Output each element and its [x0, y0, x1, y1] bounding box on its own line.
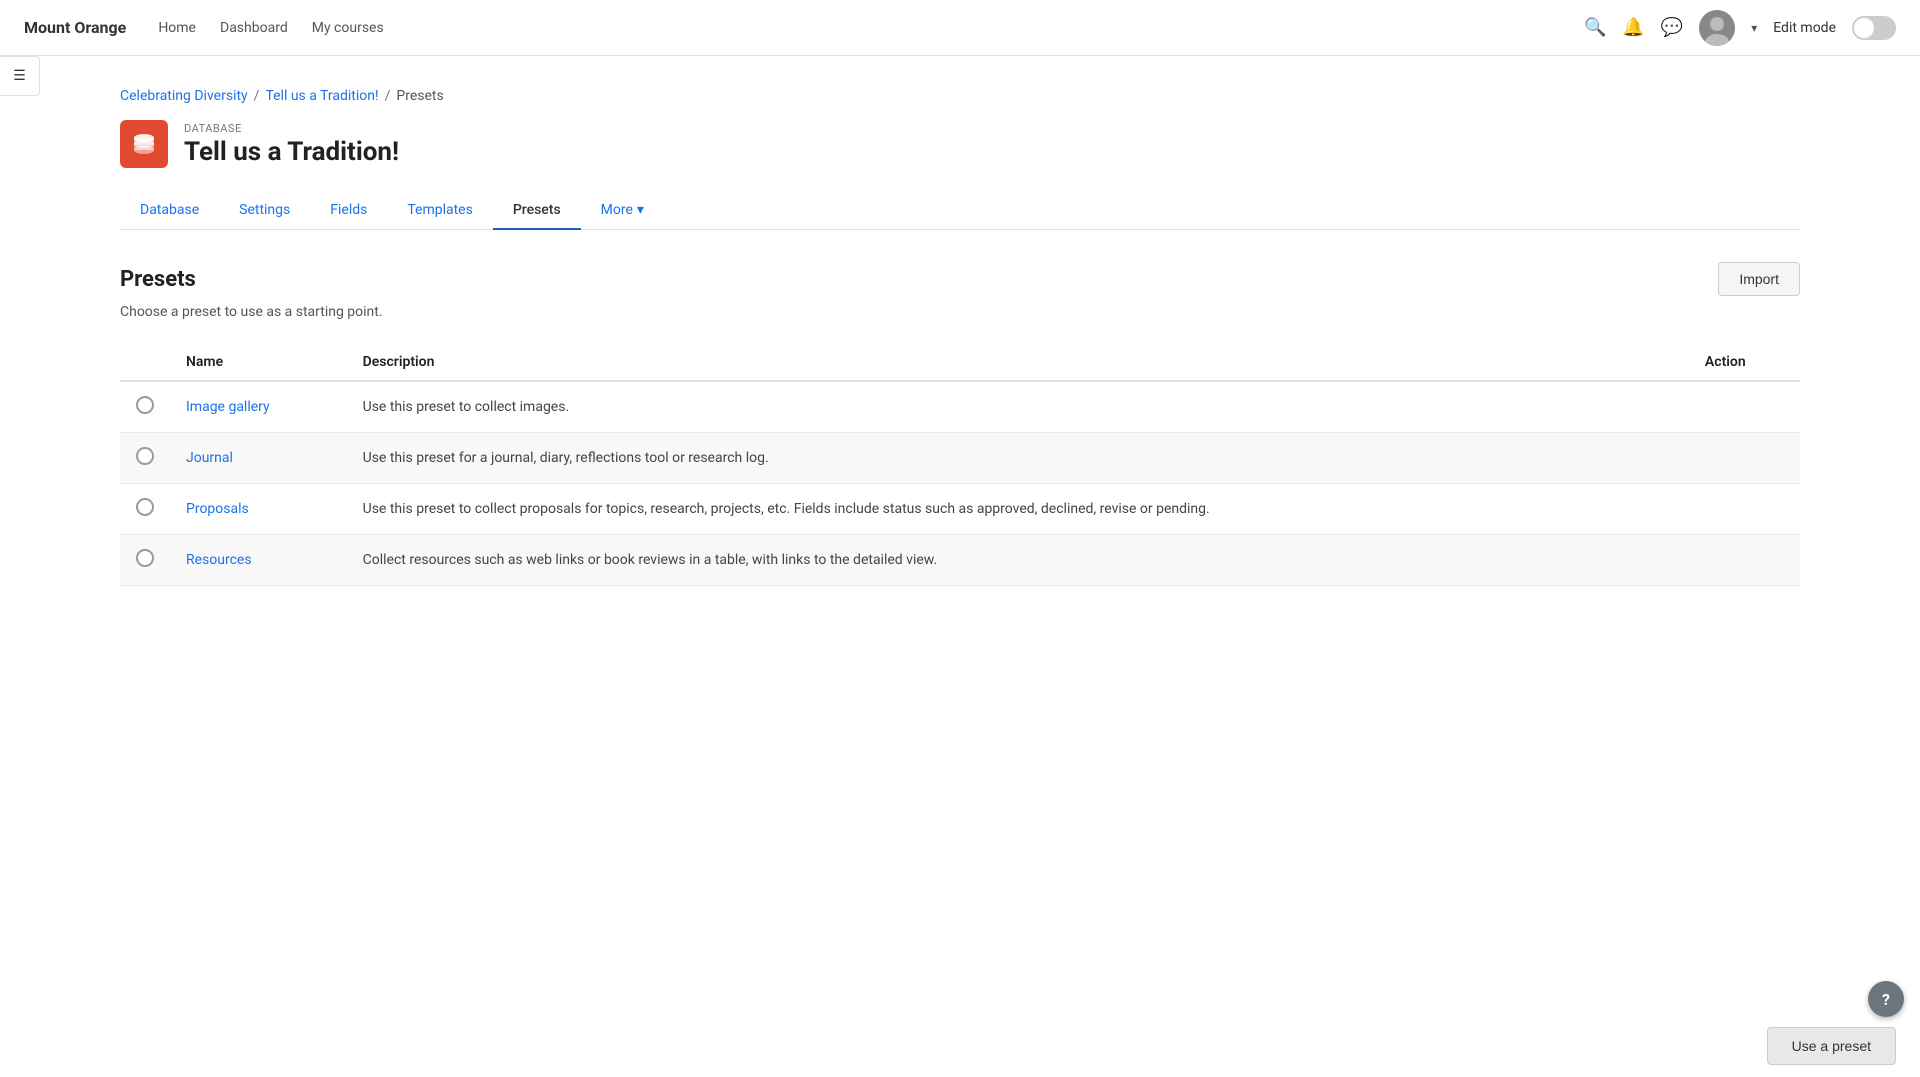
tab-presets[interactable]: Presets [493, 192, 581, 230]
radio-image-gallery[interactable] [136, 396, 154, 414]
preset-link-journal[interactable]: Journal [186, 450, 233, 466]
use-preset-button[interactable]: Use a preset [1767, 1027, 1896, 1065]
nav-right: 🔍 🔔 💬 ▾ Edit mode [1584, 10, 1896, 46]
sidebar-toggle[interactable]: ☰ [0, 56, 40, 96]
import-button[interactable]: Import [1718, 262, 1800, 296]
preset-desc-proposals: Use this preset to collect proposals for… [363, 501, 1210, 517]
preset-link-resources[interactable]: Resources [186, 552, 252, 568]
nav-links: Home Dashboard My courses [158, 20, 383, 36]
nav-my-courses[interactable]: My courses [312, 20, 384, 36]
bottom-bar: Use a preset [0, 1015, 1920, 1077]
table-row: Journal Use this preset for a journal, d… [120, 433, 1800, 484]
bell-icon[interactable]: 🔔 [1622, 17, 1644, 38]
col-action: Action [1689, 344, 1800, 381]
section-description: Choose a preset to use as a starting poi… [120, 304, 1800, 320]
main-content: Celebrating Diversity / Tell us a Tradit… [0, 56, 1920, 666]
header-text: DATABASE Tell us a Tradition! [184, 122, 399, 167]
breadcrumb-tell-us-a-tradition[interactable]: Tell us a Tradition! [265, 88, 378, 104]
edit-mode-label: Edit mode [1773, 20, 1836, 36]
preset-link-image-gallery[interactable]: Image gallery [186, 399, 270, 415]
col-description: Description [347, 344, 1689, 381]
presets-table: Name Description Action Image gallery Us… [120, 344, 1800, 586]
radio-cell-proposals [120, 484, 170, 535]
breadcrumb-celebrating-diversity[interactable]: Celebrating Diversity [120, 88, 248, 104]
tabs: Database Settings Fields Templates Prese… [120, 192, 1800, 230]
search-icon[interactable]: 🔍 [1584, 17, 1606, 38]
name-cell-resources: Resources [170, 535, 347, 586]
preset-desc-resources: Collect resources such as web links or b… [363, 552, 938, 568]
desc-cell-journal: Use this preset for a journal, diary, re… [347, 433, 1689, 484]
name-cell-proposals: Proposals [170, 484, 347, 535]
menu-icon: ☰ [13, 68, 26, 84]
nav-home[interactable]: Home [158, 20, 196, 36]
tab-fields[interactable]: Fields [310, 192, 387, 230]
radio-resources[interactable] [136, 549, 154, 567]
breadcrumb-presets: Presets [396, 88, 443, 104]
col-name: Name [170, 344, 347, 381]
breadcrumb-sep-2: / [385, 88, 391, 104]
table-row: Proposals Use this preset to collect pro… [120, 484, 1800, 535]
radio-cell-resources [120, 535, 170, 586]
desc-cell-image-gallery: Use this preset to collect images. [347, 381, 1689, 433]
tab-settings[interactable]: Settings [219, 192, 310, 230]
preset-link-proposals[interactable]: Proposals [186, 501, 249, 517]
page-header: DATABASE Tell us a Tradition! [120, 120, 1800, 168]
table-row: Resources Collect resources such as web … [120, 535, 1800, 586]
preset-desc-journal: Use this preset for a journal, diary, re… [363, 450, 769, 466]
action-cell-image-gallery [1689, 381, 1800, 433]
tab-templates[interactable]: Templates [387, 192, 493, 230]
action-cell-journal [1689, 433, 1800, 484]
db-label: DATABASE [184, 122, 399, 135]
breadcrumb-sep-1: / [254, 88, 260, 104]
chat-icon[interactable]: 💬 [1661, 17, 1683, 38]
radio-cell-image-gallery [120, 381, 170, 433]
action-cell-proposals [1689, 484, 1800, 535]
section-header: Presets Import [120, 262, 1800, 296]
nav-dashboard[interactable]: Dashboard [220, 20, 288, 36]
user-dropdown-arrow[interactable]: ▾ [1751, 21, 1757, 35]
tab-database[interactable]: Database [120, 192, 219, 230]
name-cell-journal: Journal [170, 433, 347, 484]
action-cell-resources [1689, 535, 1800, 586]
help-button[interactable]: ? [1868, 981, 1904, 1017]
radio-cell-journal [120, 433, 170, 484]
radio-journal[interactable] [136, 447, 154, 465]
tab-more[interactable]: More ▾ [581, 192, 664, 230]
table-row: Image gallery Use this preset to collect… [120, 381, 1800, 433]
top-navigation: Mount Orange Home Dashboard My courses 🔍… [0, 0, 1920, 56]
site-name: Mount Orange [24, 18, 126, 37]
radio-proposals[interactable] [136, 498, 154, 516]
breadcrumb: Celebrating Diversity / Tell us a Tradit… [120, 88, 1800, 104]
col-select [120, 344, 170, 381]
desc-cell-resources: Collect resources such as web links or b… [347, 535, 1689, 586]
toggle-knob [1854, 18, 1874, 38]
avatar[interactable] [1699, 10, 1735, 46]
more-chevron-icon: ▾ [637, 202, 644, 218]
section-title: Presets [120, 267, 196, 292]
edit-mode-toggle[interactable] [1852, 16, 1896, 40]
name-cell-image-gallery: Image gallery [170, 381, 347, 433]
page-title: Tell us a Tradition! [184, 137, 399, 167]
help-icon: ? [1882, 990, 1890, 1009]
preset-desc-image-gallery: Use this preset to collect images. [363, 399, 570, 415]
desc-cell-proposals: Use this preset to collect proposals for… [347, 484, 1689, 535]
database-icon [120, 120, 168, 168]
